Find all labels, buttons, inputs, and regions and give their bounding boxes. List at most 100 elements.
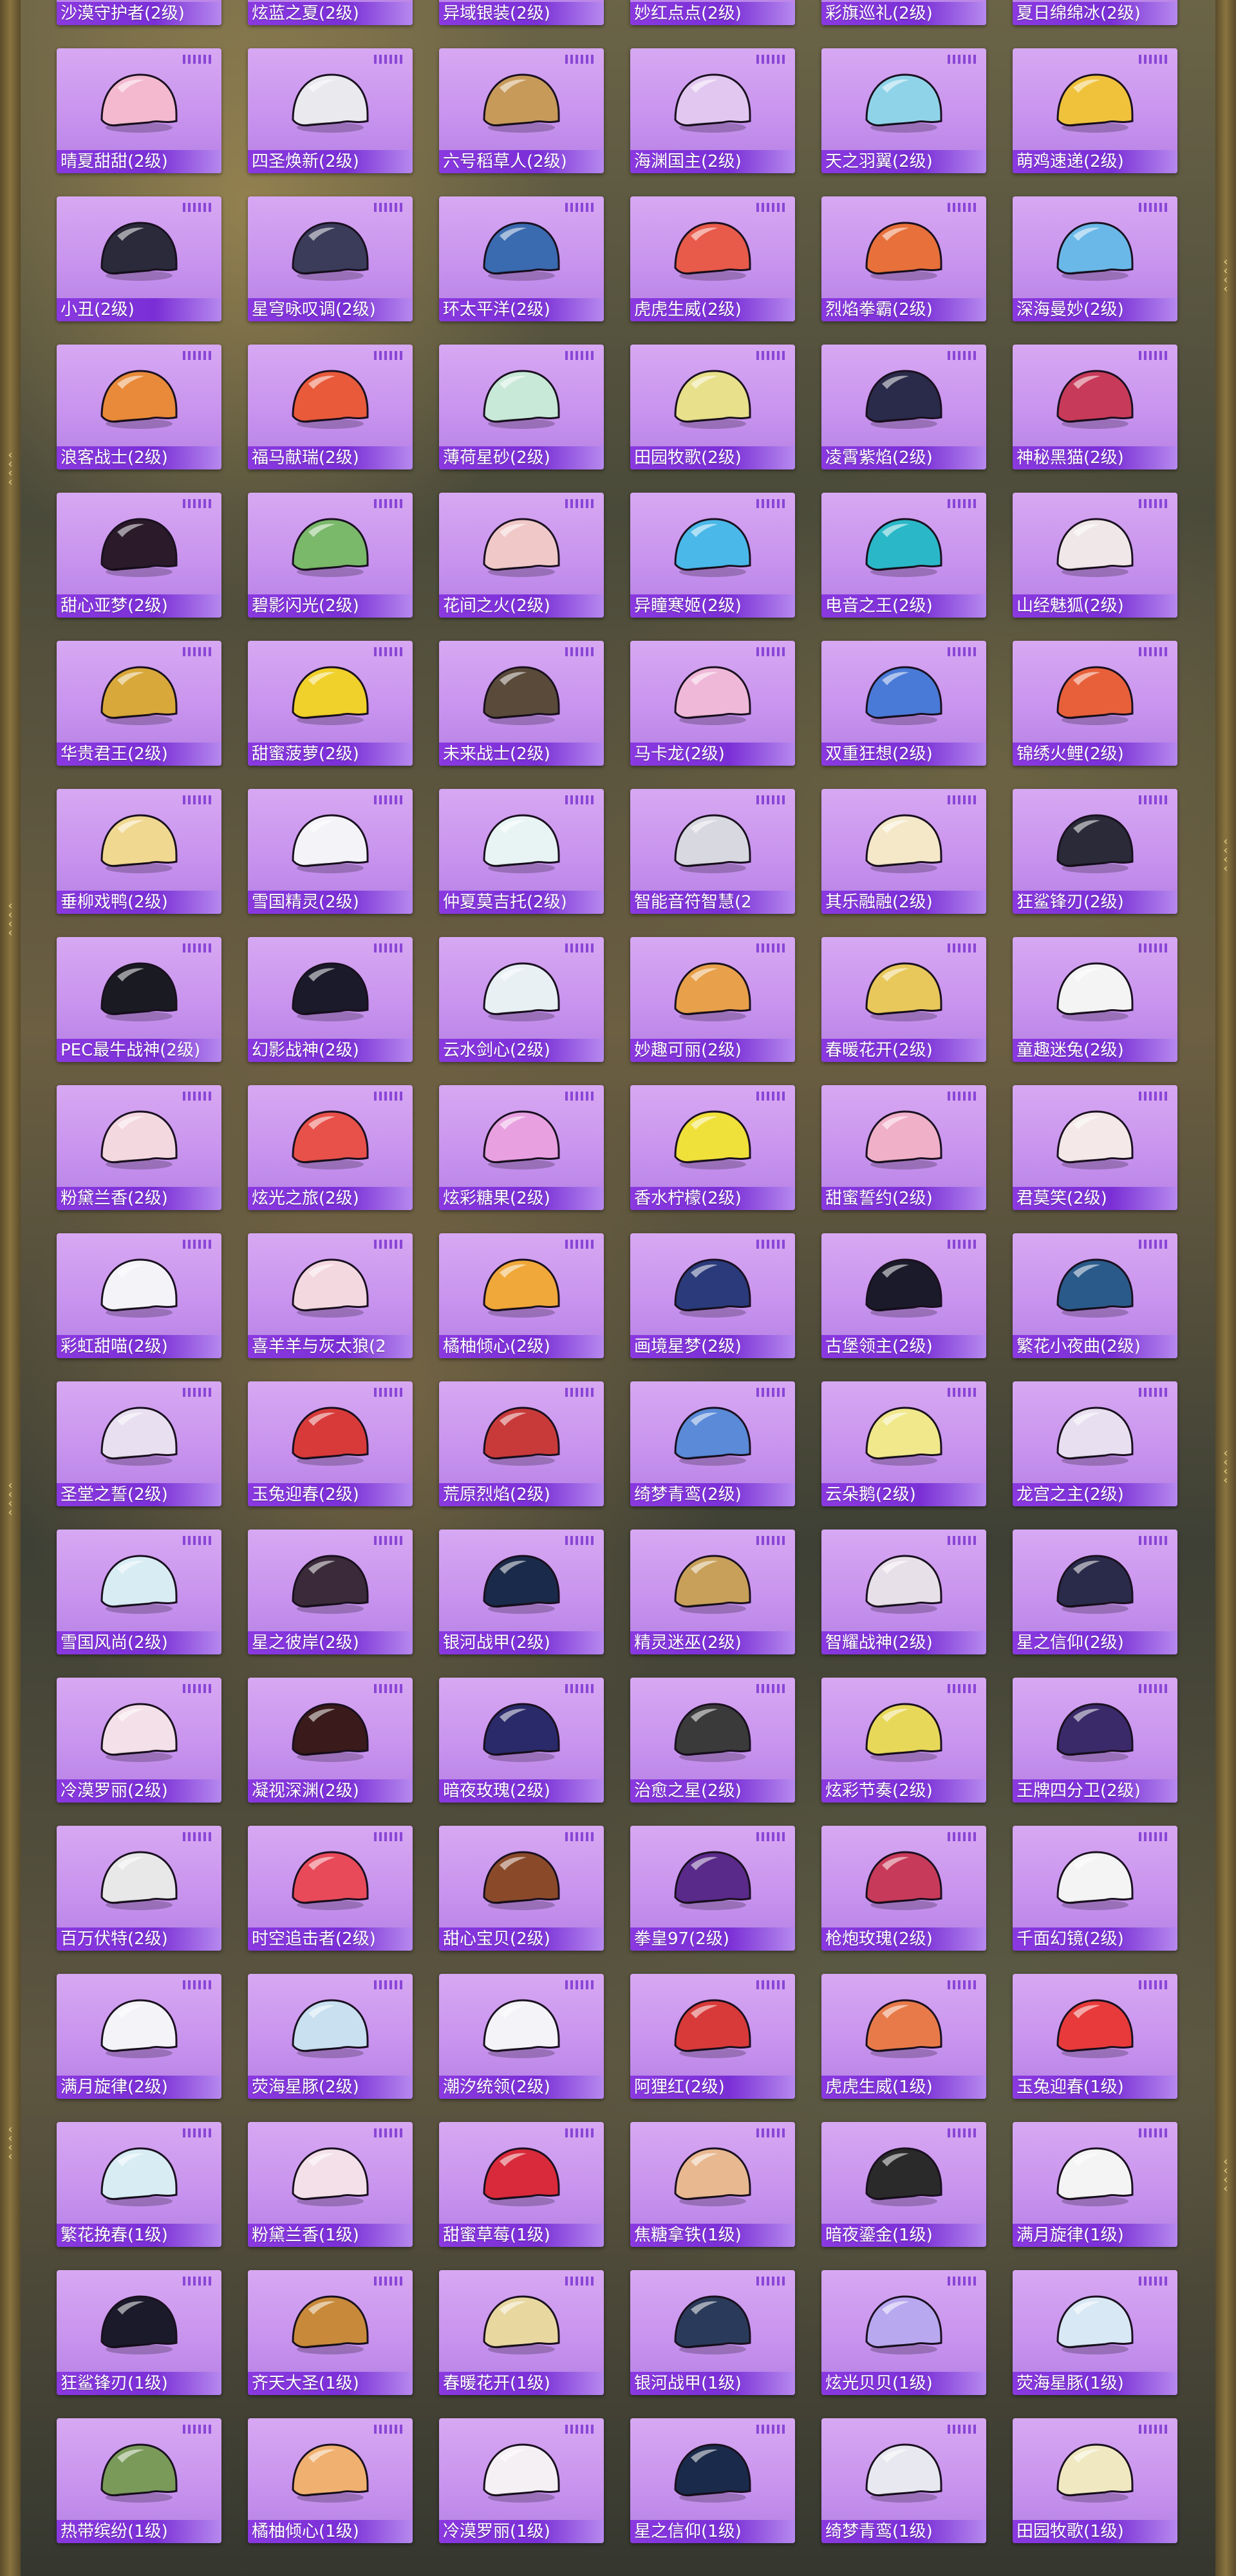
helmet-card-85[interactable]: 满月旋律(2级)	[57, 1974, 221, 2099]
helmet-card-38[interactable]: 雪国精灵(2级)	[248, 789, 413, 914]
helmet-card-68[interactable]: 星之彼岸(2级)	[248, 1530, 413, 1654]
helmet-card-55[interactable]: 彩虹甜喵(2级)	[57, 1233, 221, 1358]
helmet-card-84[interactable]: 千面幻镜(2级)	[1013, 1826, 1177, 1951]
helmet-card-39[interactable]: 仲夏莫吉托(2级)	[439, 789, 604, 914]
helmet-card-22[interactable]: 田园牧歌(2级)	[630, 345, 795, 469]
helmet-card-83[interactable]: 枪炮玫瑰(2级)	[821, 1826, 986, 1951]
helmet-card-76[interactable]: 治愈之星(2级)	[630, 1678, 795, 1803]
helmet-card-92[interactable]: 粉黛兰香(1级)	[248, 2122, 413, 2247]
helmet-card-21[interactable]: 薄荷星砂(2级)	[439, 345, 604, 469]
helmet-card-44[interactable]: 幻影战神(2级)	[248, 937, 413, 1062]
helmet-card-12[interactable]: 萌鸡速递(2级)	[1013, 48, 1177, 173]
helmet-card-16[interactable]: 虎虎生威(2级)	[630, 196, 795, 321]
helmet-card-30[interactable]: 山经魅狐(2级)	[1013, 493, 1177, 618]
helmet-card-15[interactable]: 环太平洋(2级)	[439, 196, 604, 321]
helmet-card-88[interactable]: 阿狸红(2级)	[630, 1974, 795, 2099]
helmet-card-61[interactable]: 圣堂之誓(2级)	[57, 1381, 221, 1506]
helmet-card-37[interactable]: 垂柳戏鸭(2级)	[57, 789, 221, 914]
helmet-card-57[interactable]: 橘柚倾心(2级)	[439, 1233, 604, 1358]
helmet-card-73[interactable]: 冷漠罗丽(2级)	[57, 1678, 221, 1803]
helmet-card-17[interactable]: 烈焰拳霸(2级)	[821, 196, 986, 321]
helmet-card-13[interactable]: 小丑(2级)	[57, 196, 221, 321]
helmet-card-19[interactable]: 浪客战士(2级)	[57, 345, 221, 469]
helmet-card-20[interactable]: 福马献瑞(2级)	[248, 345, 413, 469]
helmet-card-74[interactable]: 凝视深渊(2级)	[248, 1678, 413, 1803]
helmet-card-36[interactable]: 锦绣火鲤(2级)	[1013, 641, 1177, 766]
helmet-card-63[interactable]: 荒原烈焰(2级)	[439, 1381, 604, 1506]
helmet-card-105[interactable]: 冷漠罗丽(1级)	[439, 2418, 604, 2543]
helmet-card-77[interactable]: 炫彩节奏(2级)	[821, 1678, 986, 1803]
helmet-card-35[interactable]: 双重狂想(2级)	[821, 641, 986, 766]
helmet-card-108[interactable]: 田园牧歌(1级)	[1013, 2418, 1177, 2543]
helmet-card-106[interactable]: 星之信仰(1级)	[630, 2418, 795, 2543]
helmet-card-52[interactable]: 香水柠檬(2级)	[630, 1085, 795, 1210]
helmet-card-100[interactable]: 银河战甲(1级)	[630, 2270, 795, 2395]
helmet-card-80[interactable]: 时空追击者(2级)	[248, 1826, 413, 1951]
helmet-card-48[interactable]: 童趣迷兔(2级)	[1013, 937, 1177, 1062]
helmet-card-25[interactable]: 甜心亚梦(2级)	[57, 493, 221, 618]
helmet-card-107[interactable]: 绮梦青鸾(1级)	[821, 2418, 986, 2543]
helmet-card-58[interactable]: 画境星梦(2级)	[630, 1233, 795, 1358]
helmet-card-93[interactable]: 甜蜜草莓(1级)	[439, 2122, 604, 2247]
helmet-card-81[interactable]: 甜心宝贝(2级)	[439, 1826, 604, 1951]
helmet-card-29[interactable]: 电音之王(2级)	[821, 493, 986, 618]
helmet-card-24[interactable]: 神秘黑猫(2级)	[1013, 345, 1177, 469]
helmet-card-32[interactable]: 甜蜜菠萝(2级)	[248, 641, 413, 766]
helmet-card-79[interactable]: 百万伏特(2级)	[57, 1826, 221, 1951]
helmet-card-45[interactable]: 云水剑心(2级)	[439, 937, 604, 1062]
helmet-card-34[interactable]: 马卡龙(2级)	[630, 641, 795, 766]
helmet-card-51[interactable]: 炫彩糖果(2级)	[439, 1085, 604, 1210]
helmet-card-62[interactable]: 玉兔迎春(2级)	[248, 1381, 413, 1506]
helmet-card-101[interactable]: 炫光贝贝(1级)	[821, 2270, 986, 2395]
helmet-card-14[interactable]: 星穹咏叹调(2级)	[248, 196, 413, 321]
helmet-card-43[interactable]: PEC最牛战神(2级)	[57, 937, 221, 1062]
helmet-card-78[interactable]: 王牌四分卫(2级)	[1013, 1678, 1177, 1803]
helmet-card-87[interactable]: 潮汐统领(2级)	[439, 1974, 604, 2099]
helmet-card-64[interactable]: 绮梦青鸾(2级)	[630, 1381, 795, 1506]
helmet-card-9[interactable]: 六号稻草人(2级)	[439, 48, 604, 173]
helmet-card-26[interactable]: 碧影闪光(2级)	[248, 493, 413, 618]
helmet-card-46[interactable]: 妙趣可丽(2级)	[630, 937, 795, 1062]
helmet-card-82[interactable]: 拳皇97(2级)	[630, 1826, 795, 1951]
helmet-card-11[interactable]: 天之羽翼(2级)	[821, 48, 986, 173]
helmet-card-18[interactable]: 深海曼妙(2级)	[1013, 196, 1177, 321]
helmet-card-28[interactable]: 异瞳寒姬(2级)	[630, 493, 795, 618]
helmet-card-4[interactable]: 妙红点点(2级)	[630, 0, 795, 25]
helmet-card-69[interactable]: 银河战甲(2级)	[439, 1530, 604, 1654]
helmet-card-41[interactable]: 其乐融融(2级)	[821, 789, 986, 914]
helmet-card-1[interactable]: 沙漠守护者(2级)	[57, 0, 221, 25]
helmet-card-2[interactable]: 炫蓝之夏(2级)	[248, 0, 413, 25]
helmet-card-33[interactable]: 未来战士(2级)	[439, 641, 604, 766]
helmet-card-86[interactable]: 荧海星豚(2级)	[248, 1974, 413, 2099]
helmet-card-102[interactable]: 荧海星豚(1级)	[1013, 2270, 1177, 2395]
helmet-card-60[interactable]: 繁花小夜曲(2级)	[1013, 1233, 1177, 1358]
helmet-card-71[interactable]: 智耀战神(2级)	[821, 1530, 986, 1654]
helmet-card-31[interactable]: 华贵君王(2级)	[57, 641, 221, 766]
helmet-card-40[interactable]: 智能音符智慧(2	[630, 789, 795, 914]
helmet-card-103[interactable]: 热带缤纷(1级)	[57, 2418, 221, 2543]
helmet-card-3[interactable]: 异域银装(2级)	[439, 0, 604, 25]
helmet-card-5[interactable]: 彩旗巡礼(2级)	[821, 0, 986, 25]
helmet-card-42[interactable]: 狂鲨锋刃(2级)	[1013, 789, 1177, 914]
helmet-card-8[interactable]: 四圣焕新(2级)	[248, 48, 413, 173]
helmet-card-91[interactable]: 繁花挽春(1级)	[57, 2122, 221, 2247]
helmet-card-96[interactable]: 满月旋律(1级)	[1013, 2122, 1177, 2247]
helmet-card-70[interactable]: 精灵迷巫(2级)	[630, 1530, 795, 1654]
helmet-card-7[interactable]: 晴夏甜甜(2级)	[57, 48, 221, 173]
helmet-card-89[interactable]: 虎虎生威(1级)	[821, 1974, 986, 2099]
helmet-card-97[interactable]: 狂鲨锋刃(1级)	[57, 2270, 221, 2395]
helmet-card-53[interactable]: 甜蜜誓约(2级)	[821, 1085, 986, 1210]
helmet-card-65[interactable]: 云朵鹅(2级)	[821, 1381, 986, 1506]
helmet-card-47[interactable]: 春暖花开(2级)	[821, 937, 986, 1062]
helmet-card-59[interactable]: 古堡领主(2级)	[821, 1233, 986, 1358]
helmet-card-67[interactable]: 雪国风尚(2级)	[57, 1530, 221, 1654]
helmet-card-23[interactable]: 凌霄紫焰(2级)	[821, 345, 986, 469]
helmet-card-50[interactable]: 炫光之旅(2级)	[248, 1085, 413, 1210]
helmet-card-104[interactable]: 橘柚倾心(1级)	[248, 2418, 413, 2543]
helmet-card-54[interactable]: 君莫笑(2级)	[1013, 1085, 1177, 1210]
helmet-card-56[interactable]: 喜羊羊与灰太狼(2	[248, 1233, 413, 1358]
helmet-card-6[interactable]: 夏日绵绵冰(2级)	[1013, 0, 1177, 25]
helmet-card-72[interactable]: 星之信仰(2级)	[1013, 1530, 1177, 1654]
helmet-card-98[interactable]: 齐天大圣(1级)	[248, 2270, 413, 2395]
helmet-card-75[interactable]: 暗夜玫瑰(2级)	[439, 1678, 604, 1803]
